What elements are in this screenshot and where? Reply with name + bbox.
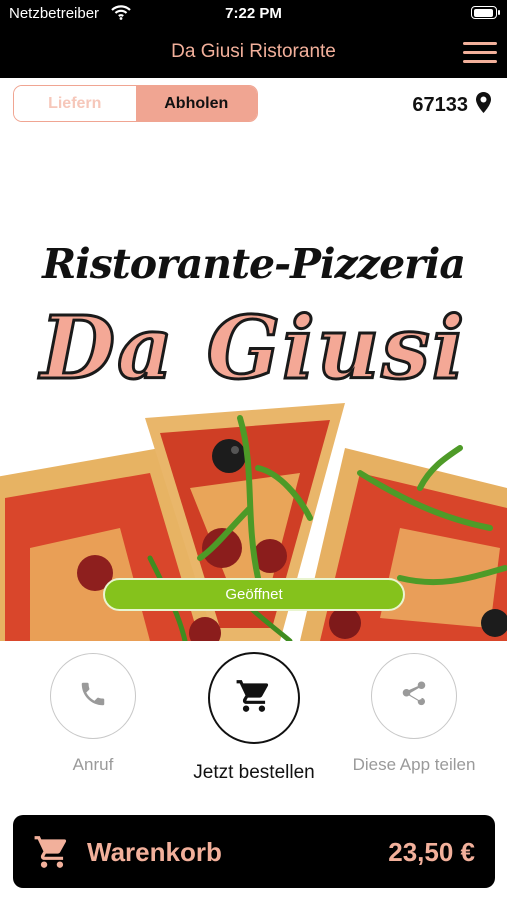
status-bar: Netzbetreiber 7:22 PM — [0, 0, 507, 28]
shopping-cart-icon — [33, 833, 71, 876]
cart-label: Warenkorb — [87, 837, 222, 867]
postal-code: 67133 — [412, 94, 468, 116]
call-label: Anruf — [72, 755, 114, 774]
share-app-button[interactable] — [371, 653, 457, 739]
open-status-badge: Geöffnet — [103, 578, 405, 611]
location-selector[interactable]: 67133 — [412, 92, 491, 119]
battery-icon — [471, 6, 500, 19]
clock: 7:22 PM — [225, 5, 282, 22]
action-share: Diese App teilen — [339, 653, 489, 775]
top-nav-bar: Da Giusi Ristorante — [0, 28, 507, 78]
hero-banner: Ristorante-Pizzeria Da Giusi Geöffnet — [0, 128, 507, 641]
phone-icon — [78, 679, 108, 714]
share-app-label: Diese App teilen — [352, 755, 476, 774]
delivery-option-liefern[interactable]: Liefern — [14, 86, 136, 121]
cart-total: 23,50 € — [388, 837, 475, 867]
hamburger-menu-icon[interactable] — [463, 40, 497, 66]
action-call: Anruf — [18, 653, 168, 775]
delivery-option-abholen[interactable]: Abholen — [135, 86, 257, 121]
share-icon — [399, 679, 429, 714]
restaurant-subtitle: Ristorante-Pizzeria — [42, 240, 466, 288]
order-now-label: Jetzt bestellen — [193, 762, 315, 783]
call-button[interactable] — [50, 653, 136, 739]
app-title: Da Giusi Ristorante — [171, 41, 336, 62]
cart-button[interactable]: Warenkorb 23,50 € — [13, 815, 495, 888]
location-pin-icon — [476, 92, 491, 119]
order-now-button[interactable] — [208, 652, 300, 744]
shopping-cart-icon — [235, 677, 273, 720]
delivery-mode-toggle: Liefern Abholen — [13, 85, 258, 122]
action-order: Jetzt bestellen — [179, 652, 329, 784]
